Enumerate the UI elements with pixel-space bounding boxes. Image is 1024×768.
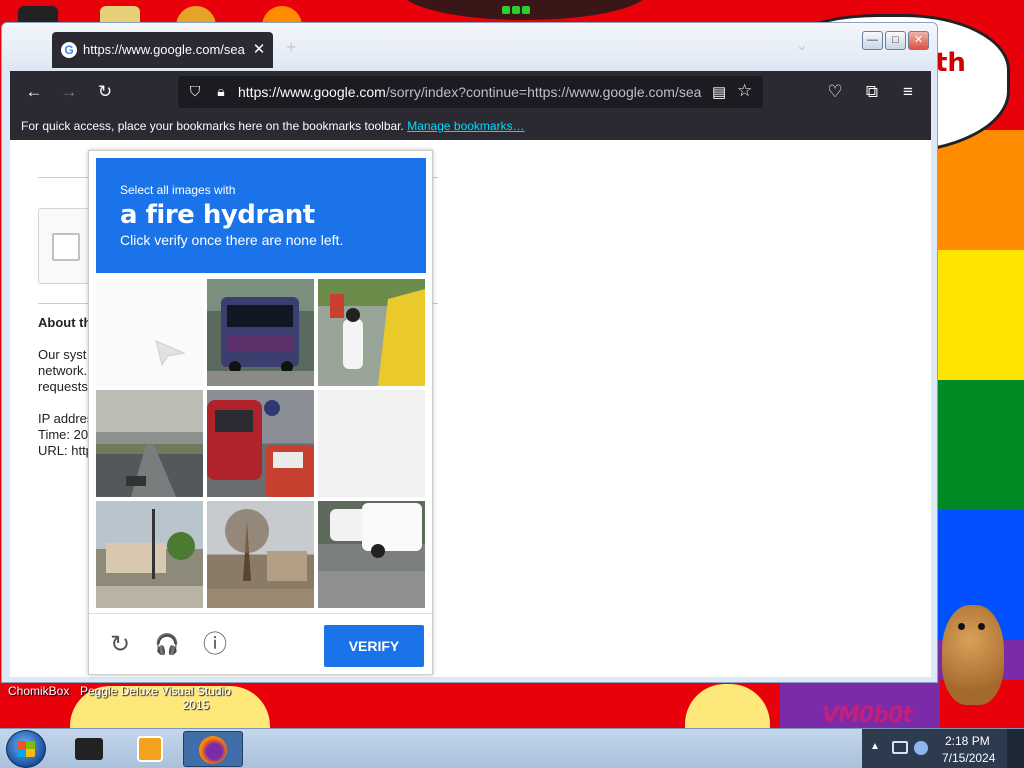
hamster-eye: [958, 623, 965, 630]
reload-button[interactable]: ↻: [93, 80, 117, 104]
taskbar-app-firefox[interactable]: [183, 731, 243, 767]
desktop-icon-label-visual-studio[interactable]: Visual Studio 2015: [160, 684, 232, 712]
white-vans-image: [318, 503, 425, 608]
windows-logo-icon: [17, 741, 35, 757]
captcha-tile-bus[interactable]: [207, 279, 314, 386]
forward-button[interactable]: →: [57, 80, 81, 104]
wallpaper-shape: [685, 684, 770, 728]
taskbar-app-media-player[interactable]: [122, 731, 182, 767]
captcha-footer: ↻ 🎧 ⓘ VERIFY: [89, 613, 432, 675]
about-heading: About th: [38, 315, 92, 330]
tray-expand-arrow-icon[interactable]: ▲: [870, 741, 880, 752]
clock-date[interactable]: 7/15/2024: [942, 751, 995, 765]
taskbar-app-chomikbox[interactable]: [60, 731, 120, 767]
captcha-audio-icon[interactable]: 🎧: [154, 632, 180, 658]
lock-icon[interactable]: 🔒︎: [212, 83, 230, 101]
wallpaper-speech-text: th: [935, 48, 966, 78]
url-path: /sorry/index?continue=https://www.google…: [385, 84, 702, 100]
captcha-info-icon[interactable]: ⓘ: [202, 632, 228, 658]
captcha-instruction: Click verify once there are none left.: [120, 232, 344, 248]
captcha-tile-blank[interactable]: [96, 279, 203, 386]
tray-network-icon[interactable]: [892, 741, 932, 757]
bookmarks-message-text: For quick access, place your bookmarks h…: [21, 119, 404, 133]
titlebar: G https://www.google.com/search ✕ + ⌄ — …: [2, 23, 937, 71]
page-text-line: IP addres: [38, 411, 94, 426]
cursor-arrow-icon: [155, 340, 186, 367]
page-text-line: URL: http: [38, 443, 93, 458]
tray-monitor-icon: [892, 741, 908, 754]
captcha-tile-red-cars[interactable]: [207, 390, 314, 497]
captcha-challenge: Select all images with a fire hydrant Cl…: [88, 150, 433, 675]
back-button[interactable]: ←: [22, 80, 46, 104]
captcha-target-object: a fire hydrant: [120, 200, 315, 230]
captcha-reload-icon[interactable]: ↻: [107, 632, 133, 658]
intersection-image: [96, 509, 203, 608]
desktop-icon-label-line: Visual Studio: [161, 684, 231, 698]
tree-street-image: [207, 509, 314, 608]
clock-time[interactable]: 2:18 PM: [945, 734, 990, 748]
tab-close-icon[interactable]: ✕: [251, 40, 267, 58]
wallpaper-dot: [502, 6, 510, 14]
vm-logo: VM0b0t: [822, 703, 913, 728]
red-cars-image: [207, 400, 314, 497]
minimize-button[interactable]: —: [862, 31, 883, 50]
captcha-tile-white-vans[interactable]: [318, 501, 425, 608]
close-window-button[interactable]: ✕: [908, 31, 929, 50]
captcha-image-grid: [96, 279, 426, 609]
reader-view-icon[interactable]: ▤: [712, 83, 726, 101]
verify-button[interactable]: VERIFY: [324, 625, 424, 667]
firefox-icon: [199, 736, 227, 764]
url-host: https://www.google.com: [238, 84, 386, 100]
captcha-tile-faded[interactable]: [318, 390, 425, 497]
page-text-line: Time: 20: [38, 427, 89, 442]
maximize-button[interactable]: □: [885, 31, 906, 50]
page-text-line: requests: [38, 379, 88, 394]
highway-image: [96, 432, 203, 497]
extensions-icon[interactable]: ⧉: [860, 80, 884, 104]
show-desktop-button[interactable]: [1007, 729, 1024, 768]
url-text[interactable]: https://www.google.com/sorry/index?conti…: [238, 84, 702, 100]
captcha-header: Select all images with a fire hydrant Cl…: [96, 158, 426, 273]
recaptcha-checkbox[interactable]: [52, 233, 80, 261]
bus-image: [207, 297, 314, 386]
bookmarks-toolbar: For quick access, place your bookmarks h…: [10, 113, 931, 140]
wallpaper-dot: [522, 6, 530, 14]
tab-list-button[interactable]: ⌄: [796, 37, 808, 54]
menu-icon[interactable]: ≡: [896, 80, 920, 104]
page-text-line: Our syst: [38, 347, 87, 362]
new-tab-button[interactable]: +: [286, 37, 297, 58]
wallpaper-dot: [512, 6, 520, 14]
captcha-tile-intersection[interactable]: [96, 501, 203, 608]
start-button[interactable]: [6, 730, 46, 768]
google-favicon-icon: G: [61, 42, 77, 58]
desktop-icon-label-line: 2015: [182, 698, 210, 712]
browser-tab[interactable]: G https://www.google.com/search ✕: [52, 32, 273, 68]
url-bar[interactable]: ⛉ 🔒︎ https://www.google.com/sorry/index?…: [178, 76, 763, 108]
captcha-tile-highway[interactable]: [96, 390, 203, 497]
desktop-icon-label-chomikbox[interactable]: ChomikBox: [8, 684, 69, 698]
bookmark-star-icon[interactable]: ☆: [737, 81, 752, 101]
wallpaper-top-shape: [400, 0, 650, 20]
tab-title: https://www.google.com/search: [83, 42, 245, 57]
chomikbox-icon: [75, 738, 103, 760]
motorcycles-image: [330, 289, 425, 386]
bookmarks-message: For quick access, place your bookmarks h…: [21, 119, 525, 133]
hamster-eye: [978, 623, 985, 630]
captcha-tile-tree-street[interactable]: [207, 501, 314, 608]
captcha-tile-motorcycles[interactable]: [318, 279, 425, 386]
tracking-shield-icon[interactable]: ⛉: [186, 83, 204, 101]
page-text-line: network.: [38, 363, 88, 378]
manage-bookmarks-link[interactable]: Manage bookmarks…: [407, 119, 524, 133]
captcha-select-text: Select all images with: [120, 183, 236, 197]
desktop-icon-label-peggle[interactable]: Peggle Deluxe: [80, 684, 158, 698]
pocket-icon[interactable]: ♡: [823, 80, 847, 104]
media-player-icon: [137, 736, 163, 762]
tray-speaker-icon: [914, 741, 928, 755]
hamster-mascot: [942, 605, 1004, 705]
navigation-toolbar: ← → ↻ ⛉ 🔒︎ https://www.google.com/sorry/…: [10, 71, 931, 113]
system-tray: ▲ 2:18 PM 7/15/2024: [862, 729, 1024, 768]
taskbar: ▲ 2:18 PM 7/15/2024: [0, 728, 1024, 768]
